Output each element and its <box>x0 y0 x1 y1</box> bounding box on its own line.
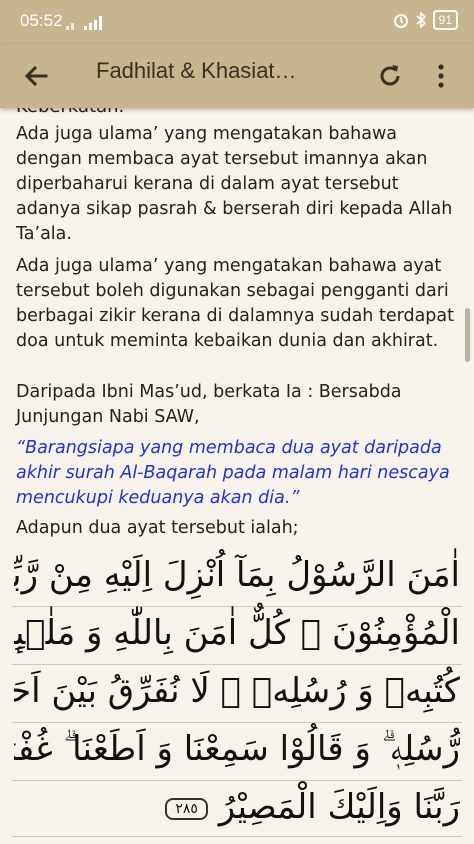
alarm-icon <box>393 14 408 28</box>
bluetooth-icon <box>416 12 426 28</box>
ayah-number-badge: ٢٨٥ <box>165 797 208 820</box>
arabic-verse-line: كُتُبِهٖ وَ رُسُلِهٖ ۗ لَا نُفَرِّقُ بَي… <box>14 671 460 711</box>
hadith-quote: “Barangsiapa yang membaca dua ayat darip… <box>16 438 450 508</box>
paragraph-2: Ada juga ulama’ yang mengatakan bahawa a… <box>16 256 455 351</box>
arabic-verse-line-last: رَبَّنَا وَاِلَيْكَ الْمَصِيْرُ ٢٨٥ <box>14 776 460 838</box>
partial-text: Keberkatan. <box>16 108 124 117</box>
paragraph-4: Adapun dua ayat tersebut ialah; <box>16 518 299 538</box>
back-arrow-icon[interactable] <box>22 62 50 90</box>
article-content: Keberkatan. Ada juga ulama’ yang mengata… <box>0 108 474 844</box>
status-bar: 05:52 91 <box>0 0 474 44</box>
app-bar: Fadhilat & Khasiat… <box>0 44 474 108</box>
more-menu-icon[interactable] <box>436 62 446 90</box>
battery-indicator: 91 <box>432 10 458 30</box>
divider <box>12 836 462 837</box>
status-time: 05:52 <box>20 11 63 30</box>
arabic-verse-text: رَبَّنَا وَاِلَيْكَ الْمَصِيْرُ <box>218 787 460 827</box>
refresh-icon[interactable] <box>376 62 404 90</box>
signal-icon <box>66 16 102 30</box>
paragraph-1: Ada juga ulama’ yang mengatakan bahawa d… <box>16 124 453 244</box>
arabic-verse-line: الْمُؤْمِنُوْنَ ۗ كُلٌّ اٰمَنَ بِاللّٰهِ… <box>14 613 460 653</box>
page-title: Fadhilat & Khasiat… <box>96 58 297 83</box>
paragraph-3: Daripada Ibni Mas’ud, berkata Ia : Bersa… <box>16 382 402 427</box>
arabic-verse-line: رُّسُلِهٖ ۗ وَ قَالُوْا سَمِعْنَا وَ اَط… <box>14 729 460 769</box>
scrollbar[interactable] <box>465 308 470 362</box>
arabic-verse-line: اٰمَنَ الرَّسُوْلُ بِمَآ اُنْزِلَ اِلَيْ… <box>14 555 460 595</box>
